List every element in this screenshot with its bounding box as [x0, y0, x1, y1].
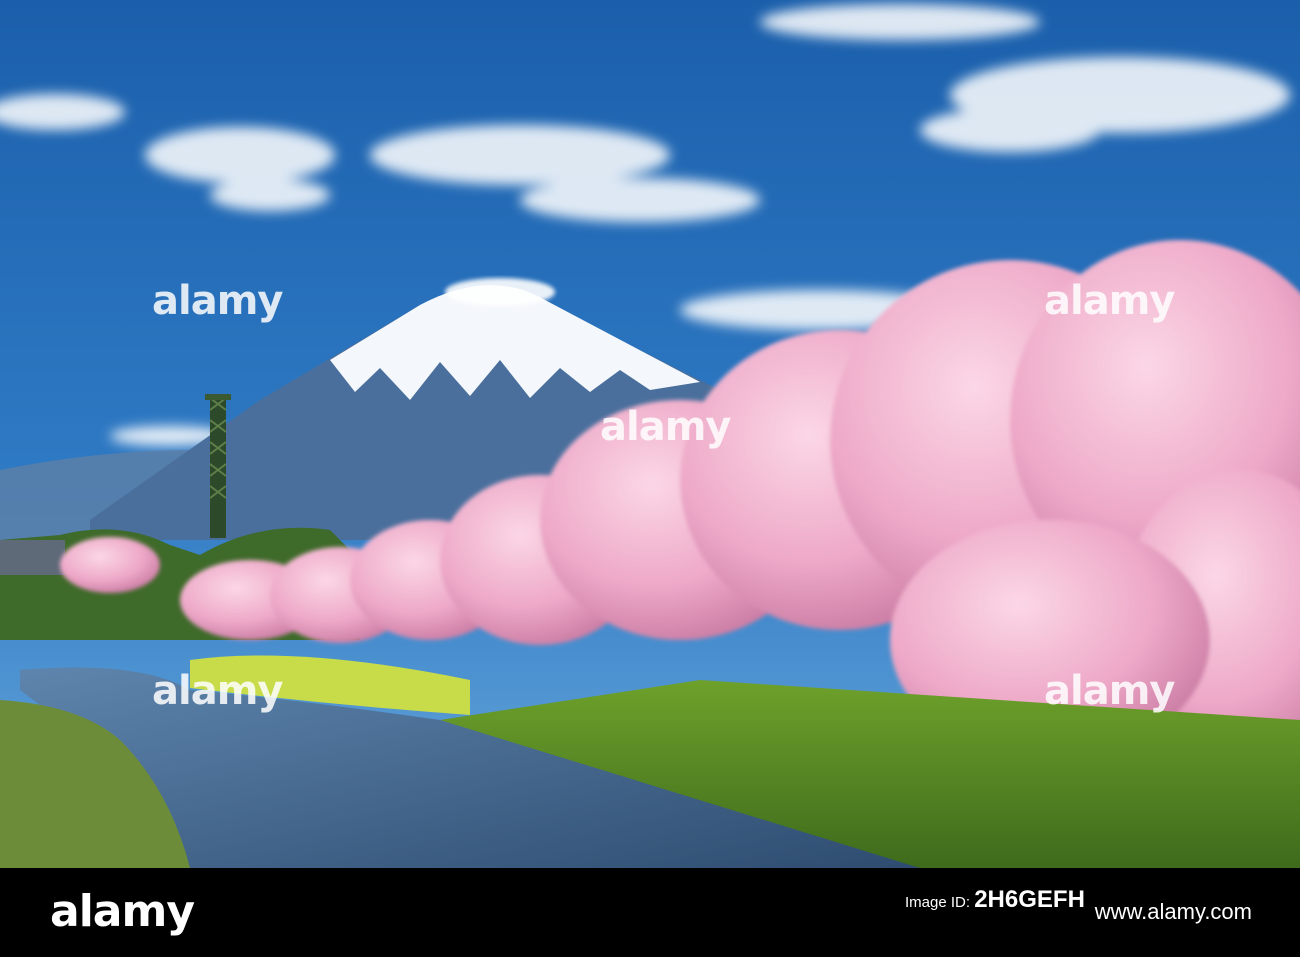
watermark-logo: alamy: [600, 404, 731, 450]
watermark-logo: alamy: [152, 278, 283, 324]
alamy-logo: alamy: [50, 886, 195, 937]
image-id-value: 2H6GEFH: [974, 886, 1085, 913]
stock-info-bar: alamy Image ID: 2H6GEFH www.alamy.com: [0, 868, 1300, 957]
image-id: Image ID: 2H6GEFH: [905, 888, 1085, 913]
watermark-logo: alamy: [1044, 278, 1175, 324]
image-id-label: Image ID:: [905, 894, 971, 911]
stock-photo: alamy alamy alamy alamy alamy alamy Imag…: [0, 0, 1300, 957]
watermark-logo: alamy: [152, 668, 283, 714]
site-url: www.alamy.com: [1094, 899, 1252, 924]
building: [0, 540, 65, 575]
summit-cloud: [445, 278, 555, 306]
watermark-logo: alamy: [1044, 668, 1175, 714]
